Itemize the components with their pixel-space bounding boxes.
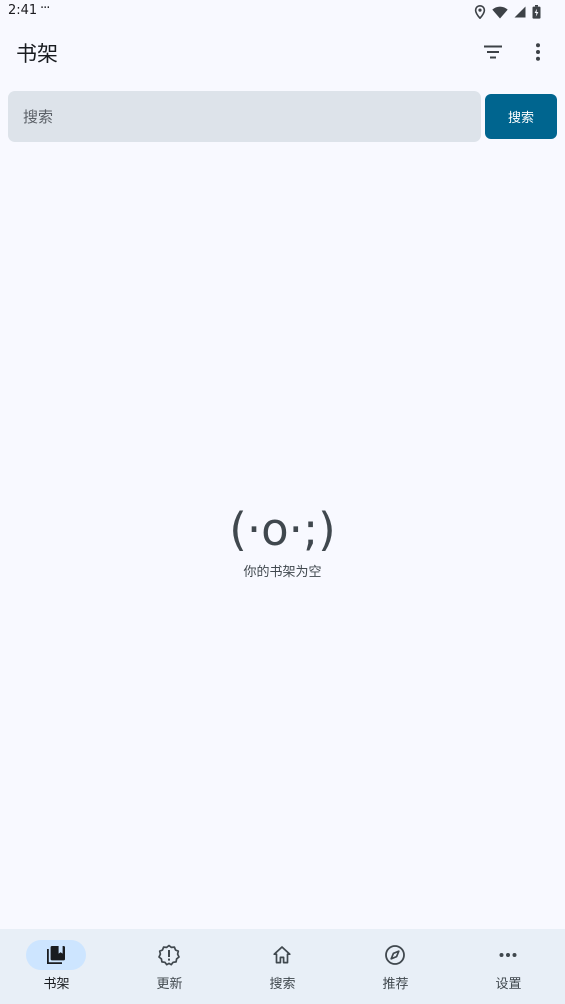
nav-label: 搜索: [269, 977, 296, 992]
status-bar: 2:41 ···: [0, 0, 565, 24]
signal-icon: [514, 6, 526, 18]
nav-item-recommend[interactable]: 推荐: [339, 929, 452, 1004]
home-icon: [273, 946, 291, 964]
wifi-icon: [492, 6, 508, 19]
nav-icon-container: [478, 940, 538, 970]
status-time: 2:41: [8, 3, 38, 18]
nav-icon-container: [365, 940, 425, 970]
more-horiz-icon: [499, 953, 517, 957]
location-icon: [474, 5, 486, 19]
nav-item-settings[interactable]: 设置: [452, 929, 565, 1004]
nav-item-library[interactable]: 书架: [0, 929, 113, 1004]
search-field[interactable]: [8, 91, 481, 142]
nav-label: 设置: [495, 977, 522, 992]
battery-icon: [532, 5, 541, 19]
more-vert-icon: [536, 43, 540, 61]
more-options-button[interactable]: [518, 32, 558, 72]
status-icons: [474, 4, 541, 20]
nav-label: 更新: [156, 977, 183, 992]
filter-button[interactable]: [473, 32, 513, 72]
nav-icon-container: [139, 940, 199, 970]
nav-label: 书架: [43, 977, 70, 992]
page-title: 书架: [16, 42, 58, 66]
empty-state-message: 你的书架为空: [243, 565, 322, 580]
search-input[interactable]: [23, 107, 463, 126]
library-icon: [47, 946, 65, 964]
filter-icon: [484, 45, 502, 59]
nav-item-updates[interactable]: 更新: [113, 929, 226, 1004]
bottom-navigation: 书架 更新 搜索 推荐 设置: [0, 929, 565, 1004]
nav-label: 推荐: [382, 977, 409, 992]
nav-item-search[interactable]: 搜索: [226, 929, 339, 1004]
nav-icon-container: [252, 940, 312, 970]
alert-badge-icon: [158, 944, 180, 966]
nav-active-indicator: [26, 940, 86, 970]
top-app-bar: 书架: [0, 24, 565, 80]
notification-dots-icon: ···: [40, 1, 50, 16]
search-button[interactable]: 搜索: [485, 94, 557, 139]
compass-icon: [385, 945, 405, 965]
empty-state-kaomoji: (·o·;): [229, 503, 336, 556]
